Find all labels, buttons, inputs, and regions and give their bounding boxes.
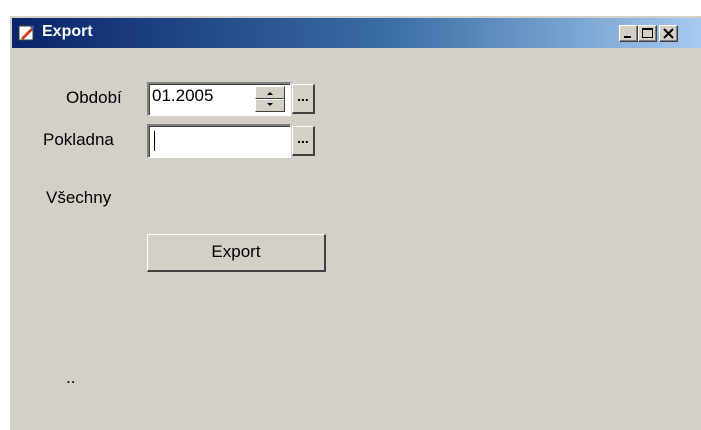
obdobi-field[interactable]: 01.2005 [147,82,291,116]
maximize-icon [642,28,653,38]
pokladna-label: Pokladna [43,130,114,149]
status-text: .. [66,368,76,387]
minimize-icon [624,36,631,38]
obdobi-spinner[interactable] [255,86,285,112]
window-title: Export [42,23,93,40]
spin-down-button[interactable] [255,99,285,112]
export-window: Export Období 01.2005 ... Pokladna ... V… [8,14,701,430]
pokladna-browse-button[interactable]: ... [292,126,315,156]
minimize-button[interactable] [619,25,638,42]
arrow-down-icon [267,103,273,106]
obdobi-label: Období [66,88,122,107]
pokladna-field[interactable] [147,124,291,158]
title-bar[interactable]: Export [12,18,701,48]
close-icon [663,28,674,39]
maximize-button[interactable] [638,25,657,42]
text-cursor [154,131,155,151]
spin-up-button[interactable] [255,86,285,99]
obdobi-value: 01.2005 [152,86,214,105]
arrow-up-icon [267,92,273,95]
close-button[interactable] [659,25,678,42]
obdobi-browse-button[interactable]: ... [292,84,315,114]
vsechny-label: Všechny [46,188,112,207]
export-button[interactable]: Export [147,234,326,272]
export-app-icon [18,25,34,41]
